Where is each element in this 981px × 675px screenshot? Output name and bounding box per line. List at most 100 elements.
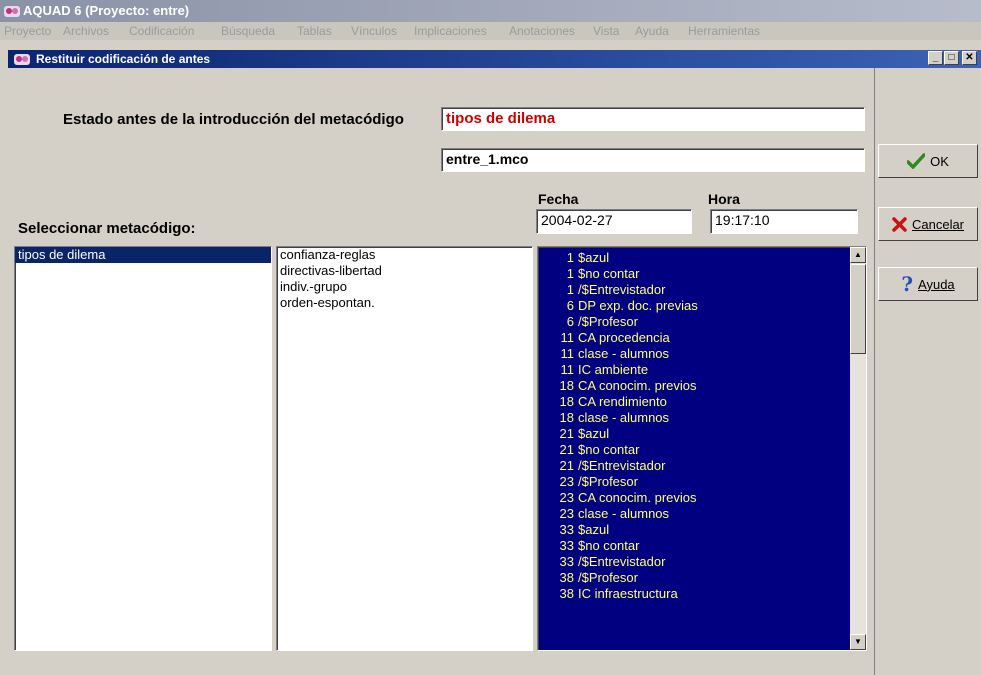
code-line-number: 1 bbox=[566, 266, 574, 281]
codes-scrollbar[interactable]: ▲ ▼ bbox=[850, 247, 866, 650]
list-item[interactable]: 21 $no contar bbox=[538, 442, 850, 458]
list-item-label: confianza-reglas bbox=[280, 247, 376, 262]
scroll-thumb[interactable] bbox=[850, 264, 866, 354]
code-name: $no contar bbox=[578, 266, 640, 281]
code-name: CA rendimiento bbox=[578, 394, 667, 409]
code-name: /$Entrevistador bbox=[578, 554, 666, 569]
menu-item-tablas[interactable]: Tablas bbox=[297, 24, 332, 38]
code-line-number: 11 bbox=[560, 346, 575, 361]
code-name: CA conocim. previos bbox=[578, 490, 697, 505]
code-line-number: 21 bbox=[559, 442, 574, 457]
list-item[interactable]: 21 /$Entrevistador bbox=[538, 458, 850, 474]
ok-button[interactable]: OK bbox=[878, 144, 978, 178]
list-item[interactable]: 11 clase - alumnos bbox=[538, 346, 850, 362]
code-line-number: 33 bbox=[559, 522, 574, 537]
cross-icon bbox=[892, 216, 907, 232]
scroll-down-icon: ▼ bbox=[854, 637, 862, 646]
code-name: clase - alumnos bbox=[578, 410, 670, 425]
list-item[interactable]: 38 /$Profesor bbox=[538, 570, 850, 586]
code-name: $no contar bbox=[578, 538, 640, 553]
dialog-titlebar: Restituir codificación de antes _ □ ✕ bbox=[8, 50, 981, 68]
maximize-button[interactable]: □ bbox=[944, 51, 959, 65]
code-line-number: 38 bbox=[559, 586, 574, 601]
list-item[interactable]: 1 $no contar bbox=[538, 266, 850, 282]
menubar: Proyecto Archivos Codificación Búsqueda … bbox=[0, 22, 981, 40]
code-line-number: 6 bbox=[566, 314, 574, 329]
list-item[interactable]: 18 CA rendimiento bbox=[538, 394, 850, 410]
code-line-number: 23 bbox=[559, 490, 574, 505]
code-name: CA procedencia bbox=[578, 330, 670, 345]
code-line-number: 33 bbox=[559, 554, 574, 569]
list-item[interactable]: 18 CA conocim. previos bbox=[538, 378, 850, 394]
list-item[interactable]: 23 /$Profesor bbox=[538, 474, 850, 490]
code-line-number: 1 bbox=[566, 282, 574, 297]
code-name: $azul bbox=[578, 426, 610, 441]
dialog-logo-icon bbox=[14, 54, 30, 65]
list-item[interactable]: 21 $azul bbox=[538, 426, 850, 442]
menu-item-ayuda[interactable]: Ayuda bbox=[635, 24, 669, 38]
list-item[interactable]: indiv.-grupo bbox=[277, 279, 532, 295]
list-item[interactable]: 33 $azul bbox=[538, 522, 850, 538]
scroll-down-button[interactable]: ▼ bbox=[850, 634, 866, 650]
list-item[interactable]: directivas-libertad bbox=[277, 263, 532, 279]
code-line-number: 11 bbox=[560, 330, 575, 345]
menu-item-vista[interactable]: Vista bbox=[593, 24, 619, 38]
close-button[interactable]: ✕ bbox=[962, 51, 977, 65]
code-name: $azul bbox=[578, 522, 610, 537]
menu-item-archivos[interactable]: Archivos bbox=[63, 24, 109, 38]
menu-item-codificacion[interactable]: Codificación bbox=[129, 24, 194, 38]
question-mark-icon: ? bbox=[901, 272, 914, 296]
close-icon: ✕ bbox=[965, 52, 974, 63]
code-name: /$Profesor bbox=[578, 314, 638, 329]
list-item[interactable]: 23 CA conocim. previos bbox=[538, 490, 850, 506]
list-item[interactable]: 11 IC ambiente bbox=[538, 362, 850, 378]
code-line-number: 18 bbox=[559, 378, 574, 393]
code-line-number: 33 bbox=[559, 538, 574, 553]
list-item[interactable]: 6 DP exp. doc. previas bbox=[538, 298, 850, 314]
scroll-up-icon: ▲ bbox=[854, 250, 862, 259]
select-metacode-label: Seleccionar metacódigo: bbox=[18, 220, 196, 237]
metacode-list[interactable]: tipos de dilema bbox=[14, 246, 272, 651]
list-item-label: tipos de dilema bbox=[18, 247, 106, 262]
list-item-label: indiv.-grupo bbox=[280, 279, 347, 294]
minimize-button[interactable]: _ bbox=[928, 51, 943, 65]
code-name: IC ambiente bbox=[578, 362, 649, 377]
list-item[interactable]: tipos de dilema bbox=[15, 247, 271, 263]
fecha-field[interactable]: 2004-02-27 bbox=[536, 209, 692, 234]
button-panel: OK Cancelar ? Ayuda bbox=[874, 68, 981, 675]
list-item[interactable]: 6 /$Profesor bbox=[538, 314, 850, 330]
cancel-button[interactable]: Cancelar bbox=[878, 207, 978, 241]
menu-item-vinculos[interactable]: Vínculos bbox=[351, 24, 397, 38]
metacode-field[interactable]: tipos de dilema bbox=[441, 107, 865, 131]
codes-list[interactable]: 1 $azul 1 $no contar 1 /$Entrevistador 6 DP … bbox=[537, 246, 867, 651]
file-field[interactable]: entre_1.mco bbox=[441, 148, 865, 172]
list-item[interactable]: orden-espontan. bbox=[277, 295, 532, 311]
menu-item-proyecto[interactable]: Proyecto bbox=[4, 24, 51, 38]
help-button[interactable]: ? Ayuda bbox=[878, 267, 978, 301]
list-item[interactable]: 23 clase - alumnos bbox=[538, 506, 850, 522]
list-item[interactable]: 1 /$Entrevistador bbox=[538, 282, 850, 298]
maximize-icon: □ bbox=[948, 52, 955, 63]
list-item[interactable]: 11 CA procedencia bbox=[538, 330, 850, 346]
list-item[interactable]: 18 clase - alumnos bbox=[538, 410, 850, 426]
list-item[interactable]: 1 $azul bbox=[538, 250, 850, 266]
list-item[interactable]: 33 $no contar bbox=[538, 538, 850, 554]
list-item[interactable]: 38 IC infraestructura bbox=[538, 586, 850, 602]
list-item[interactable]: confianza-reglas bbox=[277, 247, 532, 263]
menu-item-implicaciones[interactable]: Implicaciones bbox=[414, 24, 487, 38]
code-name: $azul bbox=[578, 250, 610, 265]
menu-item-busqueda[interactable]: Búsqueda bbox=[221, 24, 275, 38]
ok-label: OK bbox=[930, 153, 949, 169]
code-name: CA conocim. previos bbox=[578, 378, 697, 393]
menu-item-anotaciones[interactable]: Anotaciones bbox=[509, 24, 575, 38]
code-name: /$Profesor bbox=[578, 570, 638, 585]
dialog-content: Estado antes de la introducción del meta… bbox=[8, 68, 874, 675]
list-item[interactable]: 33 /$Entrevistador bbox=[538, 554, 850, 570]
hora-field[interactable]: 19:17:10 bbox=[710, 209, 858, 234]
subcode-list[interactable]: confianza-reglas directivas-libertad ind… bbox=[276, 246, 533, 651]
code-line-number: 18 bbox=[559, 394, 574, 409]
menu-item-herramientas[interactable]: Herramientas bbox=[688, 24, 760, 38]
scroll-up-button[interactable]: ▲ bbox=[850, 247, 866, 263]
code-line-number: 18 bbox=[559, 410, 574, 425]
fecha-label: Fecha bbox=[538, 191, 579, 207]
